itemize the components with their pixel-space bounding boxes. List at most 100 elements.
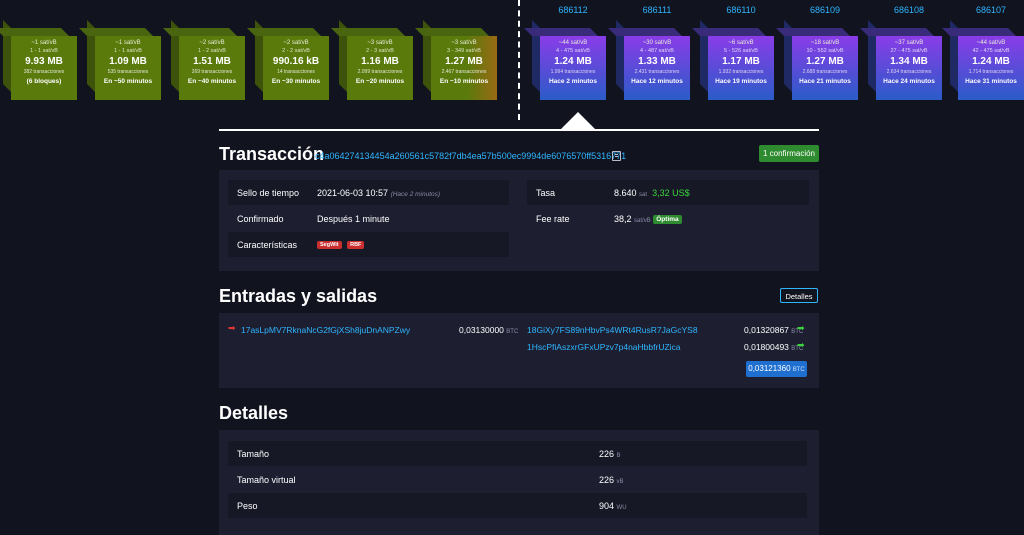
projected-block[interactable]: ~3 sat/vB 2 - 3 sat/vB 1.16 MB 2.099 tra… [331, 20, 413, 100]
block-fee: ~1 sat/vB [115, 40, 141, 46]
block-age: Hace 31 minutos [965, 78, 1017, 86]
block-eta: En ~30 minutos [271, 78, 321, 86]
timestamp-label: Sello de tiempo [237, 188, 300, 198]
block-fee-range: 1 - 1 sat/vB [30, 47, 58, 54]
block-fee-range: 4 - 475 sat/vB [556, 47, 590, 54]
block-eta: En ~50 minutos [103, 78, 153, 86]
output-address-link[interactable]: 18GiXy7FS89nHbvPs4WRt4RusR7JaGcYS8 [527, 325, 698, 335]
feerate-value: 38,2 [614, 214, 632, 224]
block-tx-count: 2.467 transacciones [441, 68, 487, 75]
block-eta: En ~10 minutos [439, 78, 489, 86]
output-arrow-icon[interactable]: ➡ [797, 323, 805, 334]
vsize-value: 226 [599, 475, 615, 485]
total-amount-button[interactable]: 0,03121360 BTC [746, 361, 807, 377]
io-title: Entradas y salidas [219, 286, 378, 306]
projected-block[interactable]: ~1 sat/vB 1 - 1 sat/vB 1.09 MB 535 trans… [79, 20, 161, 100]
block-age: Hace 12 minutos [631, 78, 683, 86]
projected-block[interactable]: ~1 sat/vB 1 - 1 sat/vB 9.93 MB 382 trans… [0, 20, 77, 100]
feerate-unit: sat/vB [634, 218, 651, 224]
block-tx-count: 14 transacciones [277, 68, 315, 75]
block-fee: ~30 sat/vB [642, 40, 672, 46]
fee-label: Tasa [536, 188, 556, 198]
projected-block[interactable]: ~2 sat/vB 2 - 2 sat/vB 990.16 kB 14 tran… [247, 20, 329, 100]
block-tx-count: 2.099 transacciones [357, 68, 403, 75]
confirmation-badge: 1 confirmación [759, 145, 819, 162]
block-fee-range: 42 - 475 sat/vB [972, 47, 1010, 54]
block-size: 1.24 MB [554, 56, 592, 68]
block-age: Hace 2 minutos [548, 78, 598, 86]
segwit-tag[interactable]: SegWit [317, 240, 342, 249]
output-amount: 0,01800493 [744, 342, 789, 352]
block-fee-range: 10 - 552 sat/vB [806, 47, 844, 54]
mined-block[interactable]: ~37 sat/vB 27 - 475 sat/vB 1.34 MB 2.634… [860, 20, 942, 100]
block-eta: En ~20 minutos [355, 78, 405, 86]
block-tx-count: 2.688 transacciones [802, 68, 848, 75]
fee-value: 8.640 [614, 188, 637, 198]
block-height-link[interactable]: 686111 [624, 5, 690, 15]
block-size: 1.27 MB [806, 56, 844, 68]
block-fee: ~3 sat/vB [367, 40, 393, 46]
mined-block[interactable]: ~18 sat/vB 10 - 552 sat/vB 1.27 MB 2.688… [776, 20, 858, 100]
size-value: 226 [599, 449, 615, 459]
block-age: Hace 19 minutos [715, 78, 767, 86]
block-eta: En ~40 minutos [187, 78, 237, 86]
block-fee: ~2 sat/vB [283, 40, 309, 46]
block-height-link[interactable]: 686109 [792, 5, 858, 15]
fee-usd: 3,32 US$ [652, 188, 690, 198]
projected-block[interactable]: ~2 sat/vB 1 - 2 sat/vB 1.51 MB 269 trans… [163, 20, 245, 100]
details-title: Detalles [219, 403, 289, 423]
block-age: Hace 21 minutos [799, 78, 851, 86]
copy-icon[interactable] [612, 151, 621, 161]
block-fee: ~44 sat/vB [558, 40, 588, 46]
details-toggle-button[interactable]: Detalles [780, 288, 818, 303]
size-unit: B [616, 453, 621, 459]
block-height-link[interactable]: 686110 [708, 5, 774, 15]
feerate-badge: Óptima [653, 215, 682, 225]
block-fee: ~18 sat/vB [810, 40, 840, 46]
mined-block[interactable]: ~30 sat/vB 4 - 487 sat/vB 1.33 MB 2.431 … [608, 20, 690, 100]
block-age: Hace 24 minutos [883, 78, 935, 86]
block-height-link[interactable]: 686108 [876, 5, 942, 15]
details-panel: Tamaño 226 B Tamaño virtual 226 vB Peso … [219, 430, 819, 535]
total-unit: BTC [792, 367, 805, 373]
weight-unit: WU [616, 505, 627, 511]
block-height-link[interactable]: 686112 [540, 5, 606, 15]
output-arrow-icon[interactable]: ➡ [797, 340, 805, 351]
mined-block[interactable]: ~6 sat/vB 5 - 526 sat/vB 1.17 MB 1.932 t… [692, 20, 774, 100]
rbf-tag[interactable]: RBF [347, 240, 365, 249]
block-size: 1.34 MB [890, 56, 928, 68]
timestamp-value: 2021-06-03 10:57 [317, 188, 389, 198]
input-address-link[interactable]: 17asLpMV7RknaNcG2fGjXSh8juDnANPZwy [241, 325, 410, 335]
block-fee-range: 4 - 487 sat/vB [640, 47, 674, 54]
block-fee: ~1 sat/vB [31, 40, 57, 46]
block-fee: ~2 sat/vB [199, 40, 225, 46]
block-fee: ~44 sat/vB [976, 40, 1006, 46]
mined-block[interactable]: ~44 sat/vB 4 - 475 sat/vB 1.24 MB 1.994 … [524, 20, 606, 100]
block-fee: ~37 sat/vB [894, 40, 924, 46]
input-arrow-icon[interactable]: ➡ [228, 323, 236, 334]
block-height-link[interactable]: 686107 [958, 5, 1024, 15]
block-size: 1.27 MB [445, 56, 483, 68]
details-row-size: Tamaño 226 B [228, 441, 807, 466]
block-fee-range: 27 - 475 sat/vB [890, 47, 928, 54]
input-unit: BTC [506, 329, 519, 335]
block-size: 1.51 MB [193, 56, 231, 68]
block-fee: ~3 sat/vB [451, 40, 477, 46]
block-tx-count: 535 transacciones [107, 68, 149, 75]
txid-link[interactable]: c4a064274134454a260561c5782f7db4ea57b500… [315, 151, 626, 161]
timestamp-ago: (Hace 2 minutos) [390, 191, 441, 198]
projected-block[interactable]: ~3 sat/vB 3 - 349 sat/vB 1.27 MB 2.467 t… [415, 20, 497, 100]
selected-block-pointer [561, 112, 595, 129]
section-divider [219, 129, 819, 131]
output-address-link[interactable]: 1HscPfiAszxrGFxUPzv7p4naHbbfrUZica [527, 342, 681, 352]
block-fee-range: 3 - 349 sat/vB [447, 47, 481, 54]
transaction-title: Transacción [219, 144, 325, 164]
total-amount: 0,03121360 [748, 364, 791, 373]
io-panel: ➡ 17asLpMV7RknaNcG2fGjXSh8juDnANPZwy 0,0… [219, 313, 819, 388]
details-row-vsize: Tamaño virtual 226 vB [228, 467, 807, 492]
mined-block[interactable]: ~44 sat/vB 42 - 475 sat/vB 1.24 MB 1.714… [942, 20, 1024, 100]
block-tx-count: 2.634 transacciones [886, 68, 932, 75]
confirmed-label: Confirmado [237, 214, 284, 224]
feerate-row: Fee rate 38,2 sat/vB Óptima [527, 206, 809, 231]
confirmed-row: Confirmado Después 1 minute [228, 206, 509, 231]
